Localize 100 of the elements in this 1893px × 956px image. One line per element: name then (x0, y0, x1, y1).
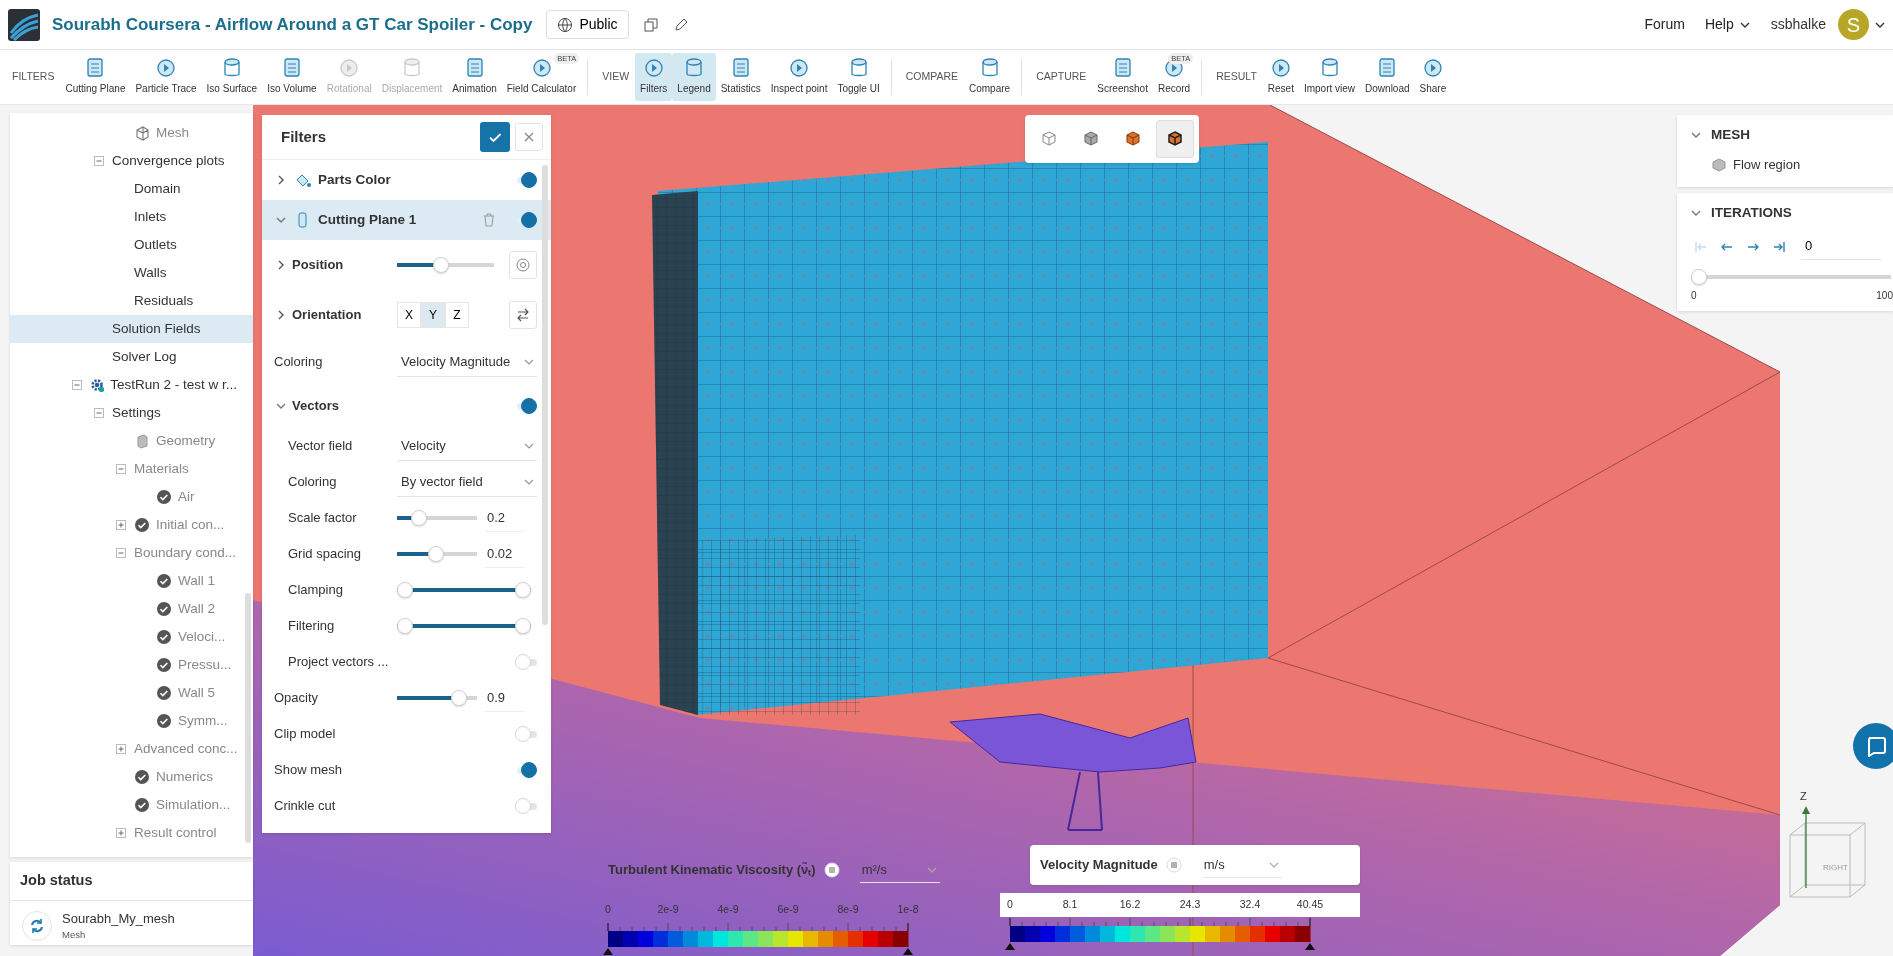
filter-layer-row[interactable]: Parts Color (262, 160, 551, 200)
toggle-switch[interactable] (515, 398, 537, 414)
field-label: Crinkle cut (274, 797, 336, 816)
toggle-switch[interactable] (515, 762, 537, 778)
tree-row[interactable]: Walls (10, 259, 253, 287)
slider-thumb[interactable] (451, 690, 468, 706)
scrollbar-thumb[interactable] (542, 165, 548, 625)
slider-thumb[interactable] (1691, 268, 1707, 285)
select-field[interactable]: By vector field (397, 466, 537, 498)
tree-row[interactable]: Settings (10, 399, 253, 427)
orientation-cube-drawing[interactable] (1789, 822, 1866, 898)
unit-select[interactable]: m/s (1201, 851, 1282, 879)
tree-item-label: Wall 1 (178, 571, 215, 590)
tree-row[interactable]: Air (10, 483, 253, 511)
toolbar-button[interactable]: Iso Volume (262, 53, 322, 101)
tree-row[interactable]: Outlets (10, 231, 253, 259)
collapse-icon[interactable] (91, 405, 107, 421)
select-field[interactable]: Velocity (397, 430, 537, 462)
tree-row[interactable]: Boundary cond... (10, 539, 253, 567)
toolbar-button[interactable]: Reset (1262, 53, 1299, 101)
toolbar-button[interactable]: Import view (1298, 53, 1361, 101)
toolbar-button[interactable]: Cutting Plane (60, 53, 131, 101)
toggle-switch[interactable] (515, 654, 537, 670)
user-name[interactable]: ssbhalke (1770, 14, 1826, 35)
axis-button[interactable]: Z (445, 302, 469, 328)
collapse-icon[interactable] (113, 545, 129, 561)
axis-button[interactable]: X (397, 302, 421, 328)
tree-row[interactable]: Solution Fields (10, 315, 253, 343)
tree-row[interactable]: Materials (10, 455, 253, 483)
toggle-switch[interactable] (515, 798, 537, 814)
tree-row[interactable]: Advanced conc... (10, 735, 253, 763)
axis-button[interactable]: Y (421, 302, 445, 328)
toolbar-button[interactable]: Filters (635, 53, 673, 101)
close-button[interactable] (515, 123, 543, 151)
tree-row[interactable]: Initial con... (10, 511, 253, 539)
slider-thumb[interactable] (515, 618, 531, 634)
tree-row[interactable]: Result control (10, 819, 253, 847)
toolbar-button[interactable]: Particle Trace (130, 53, 202, 101)
menu-icon[interactable] (823, 862, 840, 878)
toolbar-button[interactable]: Animation (447, 53, 502, 101)
tree-row[interactable]: Geometry (10, 427, 253, 455)
tree-row[interactable]: Wall 5 (10, 679, 253, 707)
toggle-switch[interactable] (515, 726, 537, 742)
slider-thumb[interactable] (397, 582, 413, 598)
tree-row[interactable]: Inlets (10, 203, 253, 231)
select-field[interactable]: Velocity Magnitude (397, 346, 537, 378)
tree-row[interactable]: Pressu... (10, 651, 253, 679)
target-button[interactable] (509, 251, 537, 279)
slider-thumb[interactable] (515, 582, 531, 598)
toggle-switch[interactable] (515, 172, 537, 188)
scrollbar-thumb[interactable] (245, 593, 251, 843)
tree-row[interactable]: Veloci... (10, 623, 253, 651)
render-mode-button[interactable] (1156, 120, 1194, 158)
menu-icon[interactable] (1165, 857, 1182, 873)
expand-icon[interactable] (113, 825, 129, 841)
tree-row[interactable]: TestRun 2 - test w r... (10, 371, 253, 399)
copy-icon[interactable] (642, 16, 659, 33)
toggle-switch[interactable] (515, 212, 537, 228)
collapse-icon[interactable] (91, 153, 107, 169)
job-name[interactable]: Sourabh_My_mesh (62, 908, 175, 929)
pencil-icon[interactable] (672, 16, 689, 33)
toolbar-button[interactable]: Statistics (715, 53, 766, 101)
confirm-button[interactable] (480, 122, 510, 152)
trash-icon[interactable] (481, 212, 497, 228)
toolbar-button[interactable]: Download (1360, 53, 1415, 101)
toolbar-button[interactable]: Screenshot (1092, 53, 1153, 101)
tree-row[interactable]: Numerics (10, 763, 253, 791)
tree-row[interactable]: Solver Log (10, 343, 253, 371)
toolbar-button[interactable]: Legend (672, 53, 716, 101)
filter-layer-row[interactable]: Cutting Plane 1 (262, 200, 551, 240)
tree-row[interactable]: Mesh (10, 119, 253, 147)
chat-button[interactable] (1853, 723, 1893, 769)
mesh-region-label[interactable]: Flow region (1733, 155, 1801, 175)
slider-thumb[interactable] (397, 618, 413, 634)
tree-item-label: Domain (134, 179, 181, 198)
visibility-button[interactable]: Public (546, 10, 629, 39)
logo-icon[interactable] (8, 8, 40, 41)
swap-button[interactable] (509, 301, 537, 329)
nav-link[interactable]: Forum (1644, 14, 1685, 35)
expand-icon[interactable] (113, 741, 129, 757)
toolbar-button[interactable]: Compare (964, 53, 1016, 101)
slider-thumb[interactable] (411, 510, 428, 526)
collapse-icon[interactable] (113, 461, 129, 477)
tree-row[interactable]: Wall 1 (10, 567, 253, 595)
toolbar-button[interactable]: Iso Surface (201, 53, 263, 101)
toolbar-button[interactable]: Inspect point (765, 53, 833, 101)
iteration-field[interactable]: 0 (1801, 233, 1881, 260)
collapse-icon[interactable] (69, 377, 85, 393)
nav-link[interactable]: Help (1704, 14, 1751, 35)
toolbar-button[interactable]: Toggle UI (832, 53, 885, 101)
tree-row[interactable]: Convergence plots (10, 147, 253, 175)
expand-icon[interactable] (113, 517, 129, 533)
tree-row[interactable]: Symm... (10, 707, 253, 735)
tree-row[interactable]: Domain (10, 175, 253, 203)
tree-row[interactable]: Residuals (10, 287, 253, 315)
slider-thumb[interactable] (433, 257, 450, 273)
slider-thumb[interactable] (427, 546, 444, 562)
tree-row[interactable]: Wall 2 (10, 595, 253, 623)
tree-row[interactable]: Simulation... (10, 791, 253, 819)
toolbar-button[interactable]: Share (1414, 53, 1452, 101)
